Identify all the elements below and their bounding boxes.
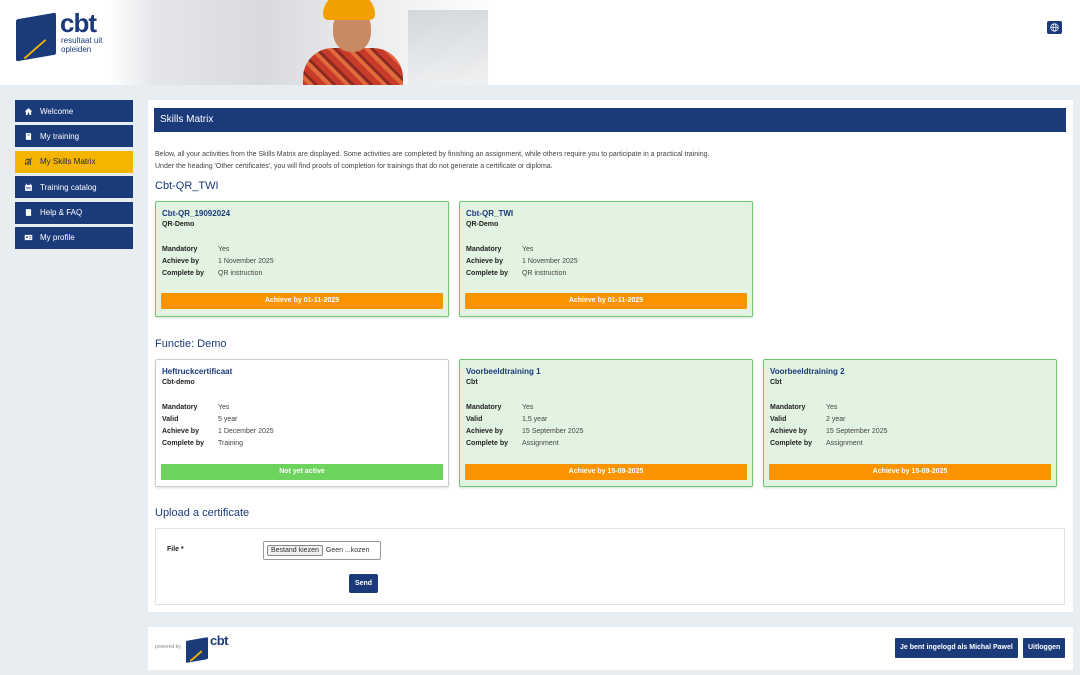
card-subtitle: QR-Demo <box>162 221 195 228</box>
status-badge: Achieve by 15-09-2025 <box>769 464 1051 480</box>
file-status: Geen ...kozen <box>325 547 370 554</box>
sidebar-item-welcome[interactable]: Welcome <box>15 100 133 122</box>
sidebar-item-my-profile[interactable]: My profile <box>15 226 133 249</box>
logo-tagline: resultaat uit opleiden <box>61 36 103 54</box>
page-title: Skills Matrix <box>154 108 1066 132</box>
book-icon <box>23 131 33 141</box>
skill-card[interactable]: Cbt-QR_19092024 QR-Demo Mandatory Yes Ach… <box>155 201 449 317</box>
choose-file-button[interactable]: Bestand kiezen <box>267 545 323 556</box>
card-title[interactable]: Voorbeeldtraining 1 <box>466 367 541 376</box>
upload-form: File * Bestand kiezen Geen ...kozen Send <box>155 528 1065 605</box>
sidebar-item-label: My Skills Matrix <box>40 157 96 167</box>
logo-mark-icon <box>16 12 56 62</box>
sidebar-item-training-catalog[interactable]: Training catalog <box>15 176 133 199</box>
status-badge: Achieve by 01-11-2025 <box>161 293 443 309</box>
card-subtitle: QR-Demo <box>466 221 499 228</box>
help-book-icon <box>23 208 33 218</box>
sidebar-item-my-training[interactable]: My training <box>15 125 133 148</box>
footer-logo-text: cbt <box>210 633 229 648</box>
file-label: File * <box>167 546 184 553</box>
upload-heading: Upload a certificate <box>155 507 250 519</box>
sidebar-item-label: My training <box>40 131 80 141</box>
home-icon <box>23 106 33 116</box>
calendar-icon <box>23 182 33 192</box>
id-card-icon <box>23 233 33 243</box>
section-heading-cbt-qr-twi: Cbt-QR_TWI <box>155 180 219 192</box>
sidebar-item-help-faq[interactable]: Help & FAQ <box>15 201 133 224</box>
powered-by-text: powered by <box>155 644 181 650</box>
globe-icon <box>1050 23 1059 32</box>
header: cbt resultaat uit opleiden <box>0 0 1080 85</box>
card-title[interactable]: Heftruckcertificaat <box>162 367 232 376</box>
language-button[interactable] <box>1047 21 1062 34</box>
status-badge: Achieve by 01-11-2025 <box>465 293 747 309</box>
worker-illustration <box>303 0 403 85</box>
skill-card[interactable]: Voorbeeldtraining 2 Cbt Mandatory Yes Val… <box>763 359 1057 487</box>
chart-icon <box>23 157 33 167</box>
send-button[interactable]: Send <box>349 574 378 593</box>
card-subtitle: Cbt-demo <box>162 379 195 386</box>
sidebar-item-label: Help & FAQ <box>40 208 83 218</box>
status-badge: Not yet active <box>161 464 443 480</box>
skill-card[interactable]: Heftruckcertificaat Cbt-demo Mandatory Ye… <box>155 359 449 487</box>
hero-image <box>108 0 498 85</box>
card-title[interactable]: Voorbeeldtraining 2 <box>770 367 845 376</box>
section-heading-functie-demo: Functie: Demo <box>155 338 227 350</box>
status-badge: Achieve by 15-09-2025 <box>465 464 747 480</box>
footer: powered by cbt Je bent ingelogd als Mich… <box>148 627 1073 670</box>
sidebar-nav: Welcome My training My Skills Matrix Tra… <box>15 100 133 252</box>
card-subtitle: Cbt <box>466 379 478 386</box>
logout-button[interactable]: Uitloggen <box>1023 638 1066 658</box>
footer-logo-mark-icon <box>186 637 208 663</box>
logo-text: cbt <box>60 8 97 38</box>
card-subtitle: Cbt <box>770 379 782 386</box>
cbt-logo[interactable]: cbt resultaat uit opleiden <box>14 8 104 63</box>
sidebar-item-label: Training catalog <box>40 182 97 192</box>
sidebar-item-label: My profile <box>40 233 75 243</box>
logged-in-user-button[interactable]: Je bent ingelogd als Michal Pawel <box>895 638 1018 658</box>
skill-card[interactable]: Cbt-QR_TWI QR-Demo Mandatory Yes Achieve … <box>459 201 753 317</box>
card-title[interactable]: Cbt-QR_TWI <box>466 209 513 218</box>
sidebar-item-label: Welcome <box>40 106 74 116</box>
intro-text: Below, all your activities from the Skil… <box>155 151 710 170</box>
sidebar-item-my-skills-matrix[interactable]: My Skills Matrix <box>15 150 133 173</box>
card-title[interactable]: Cbt-QR_19092024 <box>162 209 230 218</box>
skill-card[interactable]: Voorbeeldtraining 1 Cbt Mandatory Yes Val… <box>459 359 753 487</box>
main-content: Skills Matrix Below, all your activities… <box>148 100 1073 612</box>
file-input[interactable]: Bestand kiezen Geen ...kozen <box>263 541 381 560</box>
